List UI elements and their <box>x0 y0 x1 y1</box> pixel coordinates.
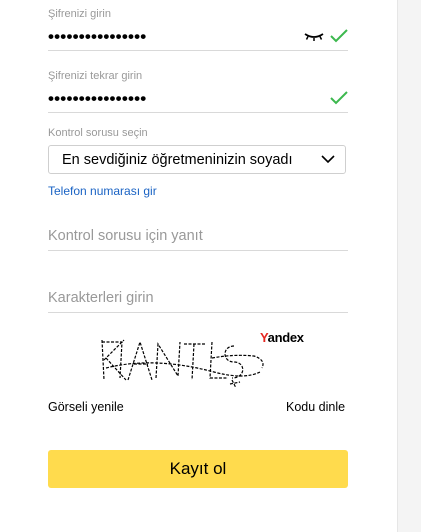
chevron-down-icon <box>321 155 335 164</box>
password-repeat-underline <box>48 112 348 113</box>
refresh-captcha-link[interactable]: Görseli yenile <box>48 400 124 414</box>
password-field[interactable]: •••••••••••••••• <box>48 28 146 45</box>
password-repeat-label: Şifrenizi tekrar girin <box>48 70 143 82</box>
captcha-underline <box>48 312 348 313</box>
password-underline <box>48 50 348 51</box>
check-icon <box>330 91 348 105</box>
check-icon <box>330 29 348 43</box>
captcha-input[interactable] <box>48 290 348 306</box>
security-question-select[interactable]: En sevdiğiniz öğretmeninizin soyadı <box>48 145 346 174</box>
yandex-logo: Yandex <box>260 330 304 345</box>
security-question-label: Kontrol sorusu seçin <box>48 127 148 139</box>
eye-closed-icon[interactable] <box>303 31 325 41</box>
security-answer-underline <box>48 250 348 251</box>
security-question-selected: En sevdiğiniz öğretmeninizin soyadı <box>62 152 293 168</box>
password-repeat-field[interactable]: •••••••••••••••• <box>48 90 146 107</box>
listen-captcha-link[interactable]: Kodu dinle <box>286 400 345 414</box>
phone-number-link[interactable]: Telefon numarası gir <box>48 184 157 198</box>
panel-edge <box>397 0 421 532</box>
register-button[interactable]: Kayıt ol <box>48 450 348 488</box>
password-label: Şifrenizi girin <box>48 8 111 20</box>
security-answer-input[interactable] <box>48 228 348 244</box>
